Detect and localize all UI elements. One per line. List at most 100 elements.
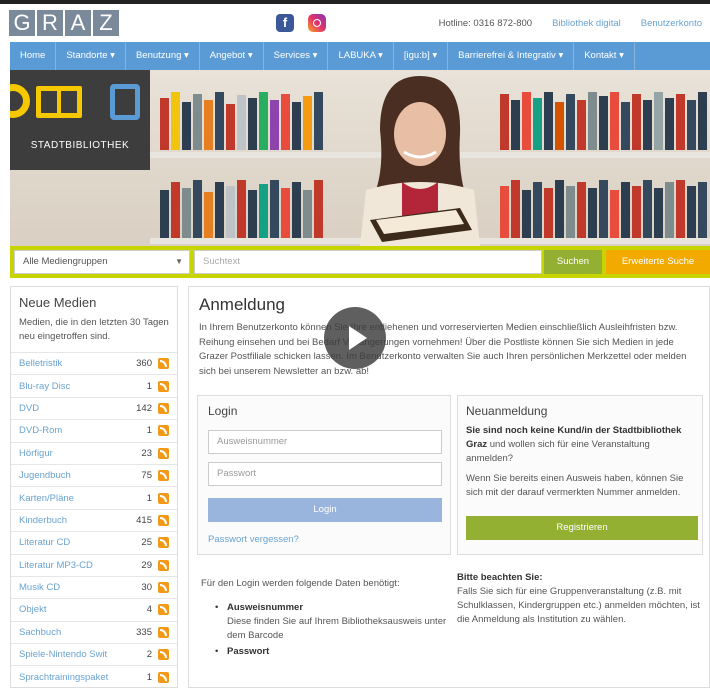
list-item[interactable]: Sachbuch 335 <box>11 620 177 643</box>
sidebar-description: Medien, die in den letzten 30 Tagen neu … <box>19 317 169 342</box>
graz-logo[interactable]: G R A Z <box>9 10 119 36</box>
nav-item-labuka[interactable]: LABUKA ▾ <box>328 42 394 70</box>
document-icon <box>110 84 140 120</box>
media-group-selected: Alle Mediengruppen <box>23 256 108 267</box>
media-count: 25 <box>141 537 152 549</box>
media-name[interactable]: Spiele-Nintendo Swit <box>19 649 147 660</box>
nav-item-benutzung[interactable]: Benutzung ▾ <box>126 42 200 70</box>
list-item[interactable]: Blu-ray Disc 1 <box>11 374 177 396</box>
stadtbibliothek-label: STADTBIBLIOTHEK <box>30 140 130 151</box>
media-name[interactable]: Karten/Pläne <box>19 493 147 504</box>
logo-letter: A <box>65 10 91 36</box>
rss-icon[interactable] <box>158 514 169 526</box>
registration-info: Wenn Sie bereits einen Ausweis haben, kö… <box>466 473 684 498</box>
media-name[interactable]: Objekt <box>19 604 147 615</box>
media-name[interactable]: Literatur CD <box>19 537 141 548</box>
media-name[interactable]: Literatur MP3-CD <box>19 560 141 571</box>
list-item[interactable]: Belletristik 360 <box>11 352 177 374</box>
nav-item-standorte[interactable]: Standorte ▾ <box>56 42 126 70</box>
nav-item-kontakt[interactable]: Kontakt ▾ <box>574 42 635 70</box>
book-icon <box>36 86 82 118</box>
play-icon[interactable] <box>324 307 386 369</box>
nav-item-home[interactable]: Home <box>10 42 57 70</box>
list-item[interactable]: Musik CD 30 <box>11 575 177 598</box>
rss-icon[interactable] <box>158 604 169 616</box>
nav-item-angebot[interactable]: Angebot ▾ <box>200 42 264 70</box>
rss-icon[interactable] <box>158 537 169 549</box>
link-benutzerkonto[interactable]: Benutzerkonto <box>641 18 702 29</box>
list-item[interactable]: Jugendbuch 75 <box>11 463 177 486</box>
register-button[interactable]: Registrieren <box>466 516 698 540</box>
media-name[interactable]: DVD <box>19 403 136 414</box>
list-item[interactable]: Literatur MP3-CD 29 <box>11 553 177 576</box>
instagram-icon[interactable] <box>308 14 326 32</box>
rss-icon[interactable] <box>158 425 169 437</box>
rss-icon[interactable] <box>158 470 169 482</box>
logo-letter: Z <box>93 10 119 36</box>
media-count: 75 <box>141 470 152 482</box>
login-panel: Login Ausweisnummer Passwort Login Passw… <box>197 395 451 555</box>
media-name[interactable]: Musik CD <box>19 582 141 593</box>
nav-item-barrierefrei[interactable]: Barrierefrei & Integrativ ▾ <box>448 42 575 70</box>
list-item[interactable]: Kinderbuch 415 <box>11 508 177 531</box>
rss-icon[interactable] <box>158 358 169 370</box>
link-bibliothek-digital[interactable]: Bibliothek digital <box>552 18 621 29</box>
forgot-password-link[interactable]: Passwort vergessen? <box>208 534 299 545</box>
media-count: 1 <box>146 425 152 437</box>
rss-icon[interactable] <box>158 447 169 459</box>
bookshelf-bottom-right <box>500 178 707 238</box>
login-requirements: Für den Login werden folgende Daten benö… <box>201 577 451 661</box>
media-name[interactable]: DVD-Rom <box>19 425 147 436</box>
rss-icon[interactable] <box>158 559 169 571</box>
rss-icon[interactable] <box>158 492 169 504</box>
requirements-list: Ausweisnummer Diese finden Sie auf Ihrem … <box>201 601 451 659</box>
requirement-title: Ausweisnummer <box>227 602 304 613</box>
media-name[interactable]: Sprachtrainingspaket <box>19 672 147 683</box>
media-group-select[interactable]: Alle Mediengruppen ▼ <box>14 250 190 274</box>
rss-icon[interactable] <box>158 582 169 594</box>
registration-panel: Neuanmeldung Sie sind noch keine Kund/in… <box>457 395 703 555</box>
list-item[interactable]: Literatur CD 25 <box>11 531 177 553</box>
card-number-input[interactable]: Ausweisnummer <box>208 430 442 454</box>
rss-icon[interactable] <box>158 380 169 392</box>
nav-item-services[interactable]: Services ▾ <box>264 42 329 70</box>
media-name[interactable]: Blu-ray Disc <box>19 381 147 392</box>
media-name[interactable]: Jugendbuch <box>19 470 141 481</box>
media-name[interactable]: Belletristik <box>19 358 136 369</box>
facebook-icon[interactable]: f <box>276 14 294 32</box>
hotline-text: Hotline: 0316 872-800 <box>438 18 533 29</box>
advanced-search-button[interactable]: Erweiterte Suche <box>606 250 710 274</box>
list-item[interactable]: Sprachtrainingspaket 1 <box>11 665 177 687</box>
media-name[interactable]: Kinderbuch <box>19 515 136 526</box>
media-list: Belletristik 360 Blu-ray Disc 1 DVD 142 DVD… <box>11 352 177 688</box>
list-item: Ausweisnummer Diese finden Sie auf Ihrem … <box>215 601 451 643</box>
sidebar-title: Neue Medien <box>19 295 97 310</box>
list-item[interactable]: Hörfigur 23 <box>11 441 177 464</box>
media-name[interactable]: Hörfigur <box>19 448 141 459</box>
list-item: Passwort <box>215 645 451 659</box>
page-title: Anmeldung <box>199 295 286 314</box>
rss-icon[interactable] <box>158 671 169 683</box>
list-item[interactable]: Karten/Pläne 1 <box>11 486 177 508</box>
media-name[interactable]: Sachbuch <box>19 627 136 638</box>
top-links: Hotline: 0316 872-800 Bibliothek digital… <box>439 18 702 29</box>
rss-icon[interactable] <box>158 649 169 661</box>
list-item[interactable]: DVD-Rom 1 <box>11 419 177 441</box>
list-item[interactable]: DVD 142 <box>11 396 177 419</box>
rss-icon[interactable] <box>158 626 169 638</box>
nav-item-igub[interactable]: [igu:b] ▾ <box>394 42 449 70</box>
media-count: 30 <box>141 582 152 594</box>
media-count: 23 <box>141 447 152 459</box>
media-count: 142 <box>136 402 152 414</box>
hero-banner: STADTBIBLIOTHEK <box>10 70 710 246</box>
notice-box: Bitte beachten Sie: Falls Sie sich für e… <box>457 571 703 627</box>
login-button[interactable]: Login <box>208 498 442 522</box>
list-item[interactable]: Objekt 4 <box>11 598 177 620</box>
password-input[interactable]: Passwort <box>208 462 442 486</box>
list-item[interactable]: Spiele-Nintendo Swit 2 <box>11 643 177 665</box>
search-button[interactable]: Suchen <box>544 250 602 274</box>
rss-icon[interactable] <box>158 402 169 414</box>
media-count: 1 <box>146 380 152 392</box>
search-bar: Alle Mediengruppen ▼ Suchtext Suchen Erw… <box>10 246 710 278</box>
search-input[interactable]: Suchtext <box>194 250 542 274</box>
